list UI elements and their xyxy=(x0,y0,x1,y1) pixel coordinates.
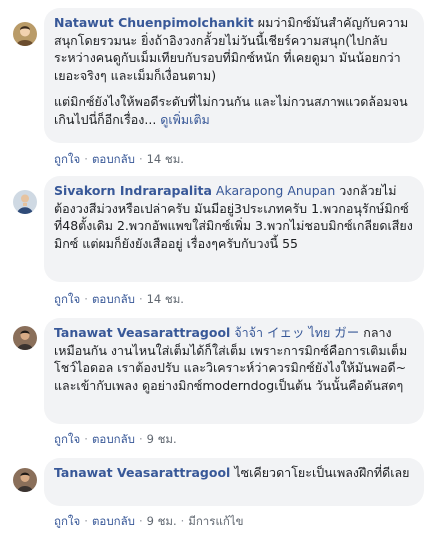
edited-label[interactable]: มีการแก้ไข xyxy=(188,514,243,528)
separator-dot: · xyxy=(138,514,143,528)
comment-timestamp[interactable]: 14 ชม. xyxy=(147,152,184,166)
avatar[interactable] xyxy=(13,190,37,214)
tagged-user[interactable]: จ้าจ้า イェッ ไทย ガー xyxy=(230,325,359,340)
comment-bubble: Tanawat Veasarattragool ไซเคียวดาโยะเป็น… xyxy=(44,458,424,506)
avatar[interactable] xyxy=(13,468,37,492)
comment-text: ไซเคียวดาโยะเป็นเพลงฝึกที่ดีเลย xyxy=(230,465,410,480)
separator-dot: · xyxy=(180,514,185,528)
separator-dot: · xyxy=(84,152,88,166)
reply-link[interactable]: ตอบกลับ xyxy=(92,514,135,528)
comment-bubble: Sivakorn Indrarapalita Akarapong Anupan … xyxy=(44,176,424,282)
avatar[interactable] xyxy=(13,326,37,350)
like-link[interactable]: ถูกใจ xyxy=(54,432,80,446)
comment-author[interactable]: Natawut Chuenpimolchankit xyxy=(54,15,254,30)
like-link[interactable]: ถูกใจ xyxy=(54,292,80,306)
comment-text-continued: แต่มิกซ์ยังไงให้พอดีระดับที่ไม่กวนกัน แล… xyxy=(54,94,408,127)
separator-dot: · xyxy=(138,432,143,446)
comment-bubble: Tanawat Veasarattragool จ้าจ้า イェッ ไทย ガ… xyxy=(44,318,424,424)
comment-bubble: Natawut Chuenpimolchankit ผมว่ามิกซ์มันส… xyxy=(44,8,424,143)
comment-timestamp[interactable]: 14 ชม. xyxy=(147,292,184,306)
separator-dot: · xyxy=(138,152,143,166)
comment-timestamp[interactable]: 9 ชม. xyxy=(147,514,177,528)
comment-actions: ถูกใจ · ตอบกลับ · 14 ชม. xyxy=(54,152,184,166)
avatar[interactable] xyxy=(13,22,37,46)
profile-photo-icon xyxy=(13,190,37,214)
see-more-link[interactable]: ดูเพิ่มเติม xyxy=(160,112,210,127)
like-link[interactable]: ถูกใจ xyxy=(54,514,80,528)
reply-link[interactable]: ตอบกลับ xyxy=(92,432,135,446)
comment-timestamp[interactable]: 9 ชม. xyxy=(147,432,177,446)
tagged-user[interactable]: Akarapong Anupan xyxy=(212,183,335,198)
comment-author[interactable]: Tanawat Veasarattragool xyxy=(54,465,230,480)
separator-dot: · xyxy=(84,432,88,446)
like-link[interactable]: ถูกใจ xyxy=(54,152,80,166)
comment-actions: ถูกใจ · ตอบกลับ · 14 ชม. xyxy=(54,292,184,306)
profile-photo-icon xyxy=(13,468,37,492)
comment-list: Natawut Chuenpimolchankit ผมว่ามิกซ์มันส… xyxy=(0,0,430,536)
comment-author[interactable]: Sivakorn Indrarapalita xyxy=(54,183,212,198)
comment-actions: ถูกใจ · ตอบกลับ · 9 ชม. xyxy=(54,432,177,446)
profile-photo-icon xyxy=(13,22,37,46)
separator-dot: · xyxy=(84,292,88,306)
separator-dot: · xyxy=(84,514,88,528)
reply-link[interactable]: ตอบกลับ xyxy=(92,152,135,166)
profile-photo-icon xyxy=(13,326,37,350)
separator-dot: · xyxy=(138,292,143,306)
comment-author[interactable]: Tanawat Veasarattragool xyxy=(54,325,230,340)
reply-link[interactable]: ตอบกลับ xyxy=(92,292,135,306)
comment-actions: ถูกใจ · ตอบกลับ · 9 ชม. · มีการแก้ไข xyxy=(54,514,243,528)
